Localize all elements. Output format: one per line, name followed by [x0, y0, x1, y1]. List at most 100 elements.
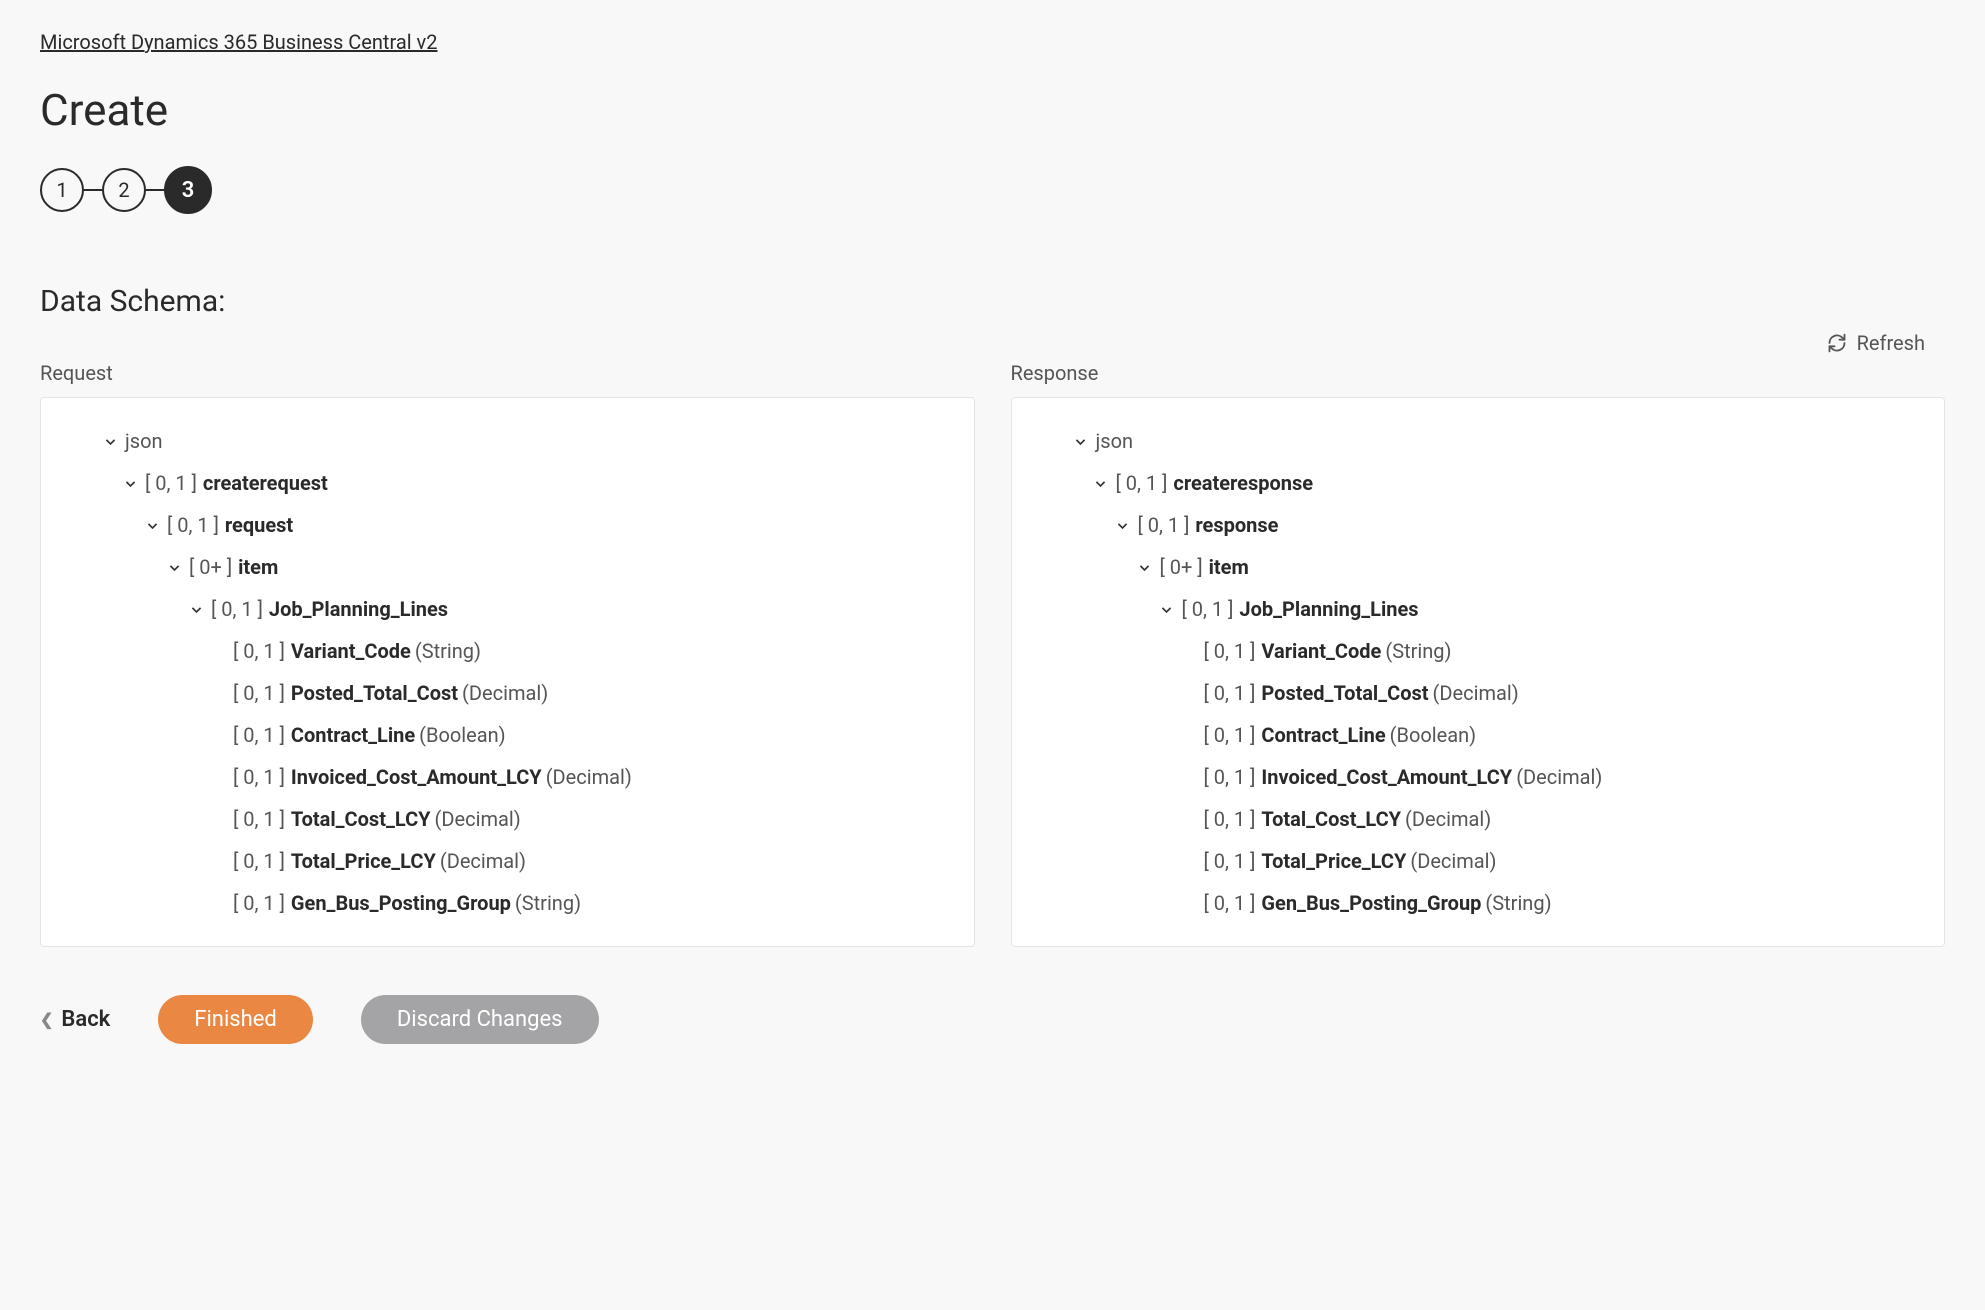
field-name: Posted_Total_Cost — [1261, 672, 1428, 714]
field-name: Total_Cost_LCY — [291, 798, 431, 840]
field-type: (Decimal) — [435, 798, 521, 840]
section-title: Data Schema: — [40, 284, 1945, 319]
tree-node-root[interactable]: json — [1030, 420, 1927, 462]
node-name: createrequest — [203, 462, 328, 504]
cardinality: [ 0, 1 ] — [145, 462, 197, 504]
node-name: item — [238, 546, 278, 588]
field-type: (Decimal) — [1516, 756, 1602, 798]
step-3[interactable]: 3 — [164, 166, 212, 214]
tree-node-root[interactable]: json — [59, 420, 956, 462]
tree-leaf[interactable]: [ 0, 1 ]Contract_Line (Boolean) — [1030, 714, 1927, 756]
cardinality: [ 0, 1 ] — [1116, 462, 1168, 504]
tree-node[interactable]: [ 0, 1 ] createresponse — [1030, 462, 1927, 504]
tree-node-label: json — [1096, 420, 1134, 462]
chevron-down-icon — [143, 519, 161, 532]
refresh-label: Refresh — [1857, 331, 1925, 355]
tree-leaf[interactable]: [ 0, 1 ]Contract_Line (Boolean) — [59, 714, 956, 756]
breadcrumb-link[interactable]: Microsoft Dynamics 365 Business Central … — [40, 30, 437, 54]
tree-node[interactable]: [ 0, 1 ] Job_Planning_Lines — [1030, 588, 1927, 630]
field-type: (Decimal) — [1410, 840, 1496, 882]
chevron-down-icon — [187, 603, 205, 616]
chevron-down-icon — [101, 435, 119, 448]
field-name: Total_Cost_LCY — [1261, 798, 1401, 840]
field-type: (Decimal) — [1433, 672, 1519, 714]
request-column: Request json [ 0, 1 ] createrequest [ 0,… — [40, 361, 975, 947]
tree-leaf[interactable]: [ 0, 1 ]Posted_Total_Cost (Decimal) — [1030, 672, 1927, 714]
field-name: Posted_Total_Cost — [291, 672, 458, 714]
cardinality: [ 0, 1 ] — [1204, 798, 1256, 840]
cardinality: [ 0, 1 ] — [1204, 714, 1256, 756]
step-1[interactable]: 1 — [40, 168, 84, 212]
cardinality: [ 0+ ] — [1160, 546, 1203, 588]
chevron-down-icon — [1114, 519, 1132, 532]
tree-leaf[interactable]: [ 0, 1 ]Total_Cost_LCY (Decimal) — [1030, 798, 1927, 840]
field-type: (String) — [415, 630, 481, 672]
field-name: Gen_Bus_Posting_Group — [1261, 882, 1481, 924]
response-tree: json [ 0, 1 ] createresponse [ 0, 1 ] re… — [1011, 397, 1946, 947]
tree-leaf[interactable]: [ 0, 1 ]Total_Price_LCY (Decimal) — [59, 840, 956, 882]
tree-leaf[interactable]: [ 0, 1 ]Total_Cost_LCY (Decimal) — [59, 798, 956, 840]
chevron-down-icon — [1072, 435, 1090, 448]
chevron-down-icon — [1158, 603, 1176, 616]
tree-leaf[interactable]: [ 0, 1 ]Gen_Bus_Posting_Group (String) — [1030, 882, 1927, 924]
cardinality: [ 0, 1 ] — [233, 714, 285, 756]
cardinality: [ 0, 1 ] — [1204, 672, 1256, 714]
field-name: Invoiced_Cost_Amount_LCY — [291, 756, 542, 798]
request-tree: json [ 0, 1 ] createrequest [ 0, 1 ] req… — [40, 397, 975, 947]
tree-leaf[interactable]: [ 0, 1 ]Invoiced_Cost_Amount_LCY (Decima… — [59, 756, 956, 798]
stepper: 1 2 3 — [40, 166, 1945, 214]
tree-node[interactable]: [ 0+ ] item — [1030, 546, 1927, 588]
tree-leaf[interactable]: [ 0, 1 ]Gen_Bus_Posting_Group (String) — [59, 882, 956, 924]
field-type: (String) — [515, 882, 581, 924]
refresh-icon — [1827, 333, 1847, 353]
node-name: request — [225, 504, 293, 546]
cardinality: [ 0, 1 ] — [1204, 882, 1256, 924]
tree-node-label: json — [125, 420, 163, 462]
field-type: (Decimal) — [1405, 798, 1491, 840]
field-type: (Boolean) — [419, 714, 505, 756]
step-connector — [146, 189, 164, 191]
chevron-down-icon — [1092, 477, 1110, 490]
back-button[interactable]: ❮ Back — [40, 1007, 110, 1032]
field-type: (Decimal) — [462, 672, 548, 714]
tree-node[interactable]: [ 0, 1 ] Job_Planning_Lines — [59, 588, 956, 630]
tree-leaf[interactable]: [ 0, 1 ]Total_Price_LCY (Decimal) — [1030, 840, 1927, 882]
tree-node[interactable]: [ 0, 1 ] response — [1030, 504, 1927, 546]
tree-leaf[interactable]: [ 0, 1 ]Variant_Code (String) — [1030, 630, 1927, 672]
field-name: Total_Price_LCY — [291, 840, 436, 882]
cardinality: [ 0, 1 ] — [233, 798, 285, 840]
refresh-button[interactable]: Refresh — [1827, 331, 1925, 355]
node-name: createresponse — [1173, 462, 1313, 504]
field-name: Contract_Line — [1261, 714, 1385, 756]
cardinality: [ 0, 1 ] — [1204, 840, 1256, 882]
tree-node[interactable]: [ 0+ ] item — [59, 546, 956, 588]
cardinality: [ 0, 1 ] — [1138, 504, 1190, 546]
tree-node[interactable]: [ 0, 1 ] createrequest — [59, 462, 956, 504]
field-type: (Decimal) — [546, 756, 632, 798]
field-name: Total_Price_LCY — [1261, 840, 1406, 882]
chevron-down-icon — [1136, 561, 1154, 574]
request-title: Request — [40, 361, 975, 385]
finished-button[interactable]: Finished — [158, 995, 313, 1044]
chevron-down-icon — [165, 561, 183, 574]
tree-leaf[interactable]: [ 0, 1 ]Posted_Total_Cost (Decimal) — [59, 672, 956, 714]
field-name: Variant_Code — [1261, 630, 1381, 672]
field-name: Variant_Code — [291, 630, 411, 672]
field-name: Gen_Bus_Posting_Group — [291, 882, 511, 924]
cardinality: [ 0, 1 ] — [1204, 756, 1256, 798]
discard-changes-button[interactable]: Discard Changes — [361, 995, 599, 1044]
field-name: Invoiced_Cost_Amount_LCY — [1261, 756, 1512, 798]
cardinality: [ 0, 1 ] — [1182, 588, 1234, 630]
step-2[interactable]: 2 — [102, 168, 146, 212]
cardinality: [ 0, 1 ] — [233, 630, 285, 672]
cardinality: [ 0, 1 ] — [167, 504, 219, 546]
field-type: (String) — [1385, 630, 1451, 672]
field-type: (Boolean) — [1390, 714, 1476, 756]
step-connector — [84, 189, 102, 191]
tree-leaf[interactable]: [ 0, 1 ]Variant_Code (String) — [59, 630, 956, 672]
tree-leaf[interactable]: [ 0, 1 ]Invoiced_Cost_Amount_LCY (Decima… — [1030, 756, 1927, 798]
cardinality: [ 0, 1 ] — [233, 840, 285, 882]
node-name: Job_Planning_Lines — [269, 588, 448, 630]
cardinality: [ 0, 1 ] — [1204, 630, 1256, 672]
tree-node[interactable]: [ 0, 1 ] request — [59, 504, 956, 546]
